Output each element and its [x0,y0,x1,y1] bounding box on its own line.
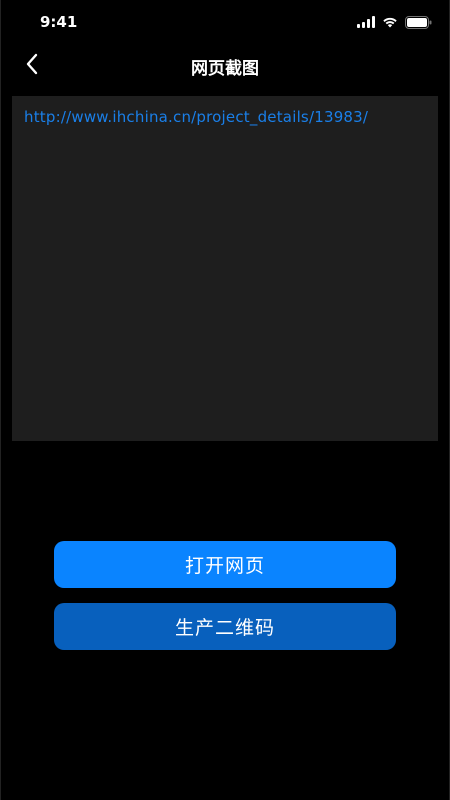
open-webpage-button[interactable]: 打开网页 [54,541,396,588]
screen: 9:41 网页截图 http://www.ihchina.cn/project_… [0,0,450,800]
nav-bar: 网页截图 [0,44,450,88]
status-time: 9:41 [40,13,78,31]
generate-qr-label: 生产二维码 [174,617,275,639]
url-text: http://www.ihchina.cn/project_details/13… [24,108,369,126]
frame-edge-left [0,0,1,800]
generate-qr-button[interactable]: 生产二维码 [54,603,396,650]
status-icons [357,15,432,29]
open-webpage-label: 打开网页 [184,555,265,577]
url-textarea[interactable]: http://www.ihchina.cn/project_details/13… [12,96,438,441]
signal-icon [357,16,375,28]
page-title: 网页截图 [191,59,259,79]
status-bar: 9:41 [0,0,450,44]
wifi-icon [382,16,398,28]
battery-icon [405,15,432,29]
